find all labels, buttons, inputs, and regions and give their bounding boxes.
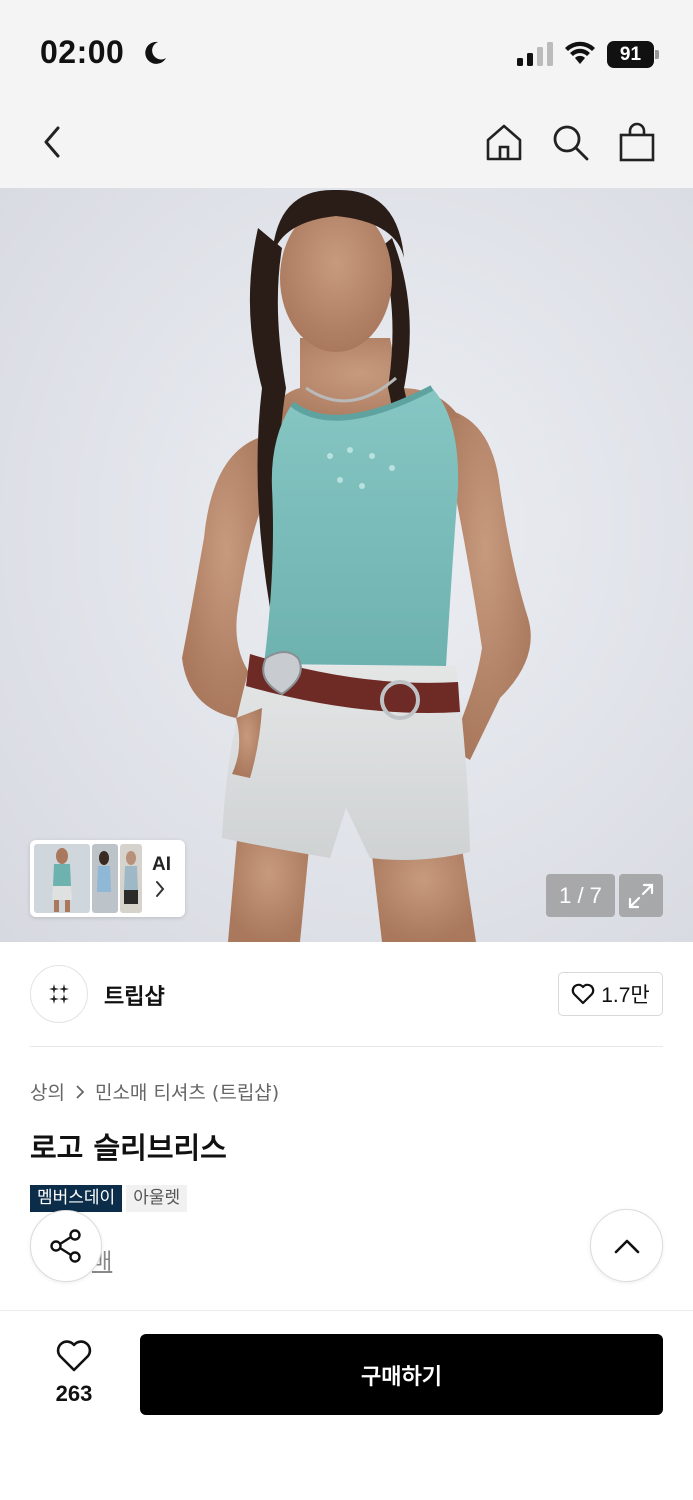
ai-label: AI: [152, 854, 171, 875]
back-button[interactable]: [30, 120, 74, 164]
status-bar: 02:00 91: [0, 0, 693, 100]
tag-membersday: 멤버스데이: [30, 1185, 123, 1212]
thumbnail-2[interactable]: [92, 844, 118, 913]
thumbnail-image: [124, 851, 138, 904]
heart-icon: [56, 1340, 92, 1372]
breadcrumb-item[interactable]: 민소매 티셔츠 (트립샵): [95, 1078, 279, 1105]
product-image-gallery[interactable]: AI 1 / 7: [0, 188, 693, 942]
product-tags: 멤버스데이 아울렛: [30, 1185, 188, 1212]
tag-outlet: 아울렛: [126, 1185, 188, 1212]
brand-name[interactable]: 트립샵: [104, 979, 165, 1011]
battery-tip: [655, 50, 659, 59]
expand-button[interactable]: [619, 874, 663, 917]
breadcrumb: 상의 민소매 티셔츠 (트립샵): [30, 1078, 279, 1105]
sparkle-logo-icon: [49, 984, 69, 1004]
search-icon: [553, 125, 589, 161]
search-button[interactable]: [548, 120, 592, 164]
wishlist-count: 263: [55, 1381, 93, 1406]
share-button[interactable]: [30, 1210, 102, 1282]
heart-icon: [571, 983, 595, 1005]
share-icon: [50, 1229, 81, 1263]
thumbnail-image: [52, 848, 72, 912]
back-icon: [44, 126, 60, 158]
moon-icon: [145, 41, 166, 64]
buy-button[interactable]: 구매하기: [140, 1334, 663, 1415]
ai-styling-card[interactable]: AI: [30, 840, 185, 917]
thumbnail-3[interactable]: [120, 844, 142, 913]
page-counter: 1 / 7: [546, 874, 615, 917]
chevron-right-icon: [76, 1084, 85, 1099]
status-time: 02:00: [40, 34, 125, 70]
home-icon: [486, 124, 522, 161]
product-title: 로고 슬리브리스: [30, 1131, 227, 1165]
home-button[interactable]: [482, 120, 526, 164]
scroll-to-top-button[interactable]: [590, 1209, 663, 1282]
divider: [30, 1046, 663, 1047]
battery-level: 91: [607, 41, 654, 68]
battery-icon: 91: [607, 41, 659, 68]
nav-bar: [0, 100, 693, 188]
brand-like-count: 1.7만: [601, 984, 650, 1007]
chevron-right-icon: [156, 881, 165, 897]
expand-icon: [628, 883, 654, 908]
chevron-up-icon: [614, 1239, 639, 1253]
thumbnail-image: [97, 851, 111, 892]
product-photo: [182, 189, 531, 942]
bottom-action-bar: 263 구매하기: [0, 1310, 693, 1500]
brand-logo[interactable]: [30, 965, 88, 1023]
wifi-icon: [565, 41, 595, 64]
brand-like-button[interactable]: 1.7만: [558, 972, 663, 1016]
wishlist-button[interactable]: 263: [30, 1337, 118, 1407]
thumbnail-1[interactable]: [34, 844, 90, 913]
shopping-bag-icon: [619, 122, 655, 162]
breadcrumb-item[interactable]: 상의: [30, 1078, 65, 1105]
brand-row[interactable]: 트립샵 1.7만: [30, 963, 663, 1025]
cart-button[interactable]: [615, 120, 659, 164]
signal-icon: [517, 42, 553, 66]
